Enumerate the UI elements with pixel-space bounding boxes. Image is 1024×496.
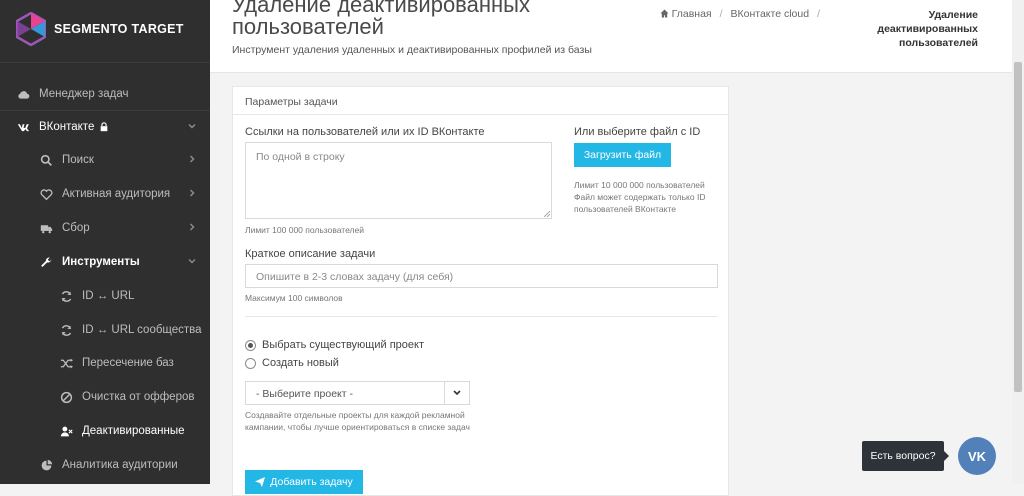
chevron-down-icon — [188, 256, 196, 264]
sidebar-item-label: Сбор — [62, 222, 90, 234]
sidebar-item-id-url-community[interactable]: ID ↔ URL сообщества — [0, 313, 210, 347]
sidebar-item-label: Активная аудитория — [62, 188, 171, 200]
heart-icon — [38, 188, 54, 201]
breadcrumb-separator: / — [719, 8, 723, 20]
refresh-icon — [58, 324, 74, 337]
shuffle-icon — [58, 357, 74, 370]
cloud-icon — [15, 88, 31, 101]
vk-chat-button[interactable]: VK — [958, 437, 996, 475]
breadcrumb-home[interactable]: Главная — [660, 8, 712, 20]
chevron-right-icon — [188, 188, 196, 197]
sidebar-item-label: Деактивированные — [82, 425, 185, 437]
radio-existing-project[interactable]: Выбрать существующий проект — [245, 339, 424, 351]
lock-icon — [99, 122, 109, 132]
file-hint: Лимит 10 000 000 пользователей Файл може… — [574, 180, 706, 214]
description-input[interactable]: Опишите в 2-3 словах задачу (для себя) — [245, 264, 718, 288]
sidebar-item-vkontakte[interactable]: ВКонтакте — [0, 110, 210, 144]
breadcrumb-current: Удаление деактивированных пользователей — [877, 9, 978, 49]
vk-icon — [15, 121, 31, 134]
sidebar-item-label: ВКонтакте — [39, 121, 95, 133]
description-hint: Максимум 100 символов — [245, 293, 343, 303]
page-subtitle: Инструмент удаления удаленных и деактиви… — [232, 44, 592, 56]
sidebar-item-search[interactable]: Поиск — [0, 143, 210, 177]
task-params-panel: Параметры задачи Ссылки на пользователей… — [232, 86, 729, 496]
sidebar-item-deactivated[interactable]: Деактивированные — [0, 414, 210, 448]
sidebar-item-label: Очистка от офферов — [82, 391, 195, 403]
radio-new-project[interactable]: Создать новый — [245, 357, 339, 369]
scrollbar-thumb[interactable] — [1014, 62, 1022, 392]
links-hint: Лимит 100 000 пользователей — [245, 225, 364, 235]
chevron-right-icon — [188, 222, 196, 231]
links-placeholder: По одной в строку — [256, 151, 345, 163]
resize-handle-icon[interactable] — [544, 211, 550, 217]
sidebar-item-offer-cleanup[interactable]: Очистка от офферов — [0, 380, 210, 414]
description-placeholder: Опишите в 2-3 словах задачу (для себя) — [256, 271, 454, 283]
sidebar-item-base-intersection[interactable]: Пересечение баз — [0, 346, 210, 380]
logo[interactable]: SEGMENTO TARGET — [16, 12, 184, 46]
sidebar: SEGMENTO TARGET Менеджер задач ВКонтакте… — [0, 0, 210, 484]
refresh-icon — [58, 290, 74, 303]
links-textarea[interactable]: По одной в строку — [245, 142, 552, 219]
upload-file-button[interactable]: Загрузить файл — [574, 143, 671, 167]
sidebar-item-task-manager[interactable]: Менеджер задач — [0, 77, 210, 111]
radio-new-label: Создать новый — [262, 357, 339, 369]
sidebar-item-tools[interactable]: Инструменты — [0, 245, 210, 279]
project-select-value: - Выберите проект - — [256, 388, 353, 400]
chevron-down-icon — [188, 121, 196, 129]
sidebar-divider — [0, 62, 210, 63]
logo-text: SEGMENTO TARGET — [54, 22, 184, 36]
file-label: Или выберите файл с ID — [574, 126, 701, 138]
logo-icon — [16, 12, 46, 46]
home-icon — [660, 9, 669, 18]
sidebar-item-label: Аналитика аудитории — [62, 459, 178, 471]
page-header: Удаление деактивированных пользователей … — [210, 0, 1012, 73]
search-icon — [38, 154, 54, 167]
sidebar-item-label: Инструменты — [62, 256, 140, 268]
wrench-icon — [38, 256, 54, 269]
divider — [245, 316, 718, 317]
ban-icon — [58, 391, 74, 404]
add-task-button[interactable]: Добавить задачу — [245, 470, 363, 494]
truck-icon — [38, 222, 54, 235]
project-hint: Создавайте отдельные проекты для каждой … — [245, 410, 470, 432]
sidebar-item-label: ID ↔ URL — [82, 290, 135, 302]
sidebar-item-label: Менеджер задач — [39, 88, 129, 100]
sidebar-item-collect[interactable]: Сбор — [0, 211, 210, 245]
page-title: Удаление деактивированных пользователей — [232, 0, 530, 39]
chevron-right-icon — [188, 154, 196, 163]
breadcrumb-separator: / — [817, 8, 820, 20]
radio-existing-label: Выбрать существующий проект — [262, 339, 424, 351]
links-label: Ссылки на пользователей или их ID ВКонта… — [245, 126, 485, 138]
paper-plane-icon — [255, 477, 266, 487]
radio-button-checked[interactable] — [245, 339, 256, 351]
chevron-down-icon[interactable] — [444, 382, 469, 404]
sidebar-item-label: Пересечение баз — [82, 357, 174, 369]
user-x-icon — [58, 425, 74, 438]
sidebar-item-active-audience[interactable]: Активная аудитория — [0, 177, 210, 211]
description-label: Краткое описание задачи — [245, 248, 376, 260]
sidebar-item-id-url[interactable]: ID ↔ URL — [0, 279, 210, 313]
sidebar-item-audience-analytics[interactable]: Аналитика аудитории — [0, 448, 210, 482]
project-select[interactable]: - Выберите проект - — [245, 381, 470, 405]
sidebar-item-label: Поиск — [62, 154, 94, 166]
vk-icon: VK — [967, 448, 987, 464]
sidebar-item-label: ID ↔ URL сообщества — [82, 324, 202, 336]
chat-tooltip[interactable]: Есть вопрос? — [862, 441, 949, 471]
breadcrumb-vk-cloud[interactable]: ВКонтакте cloud — [731, 8, 810, 20]
breadcrumb: Главная / ВКонтакте cloud / Удаление деа… — [660, 8, 978, 50]
radio-button[interactable] — [245, 357, 256, 369]
pie-chart-icon — [38, 459, 54, 472]
panel-heading: Параметры задачи — [233, 87, 728, 115]
